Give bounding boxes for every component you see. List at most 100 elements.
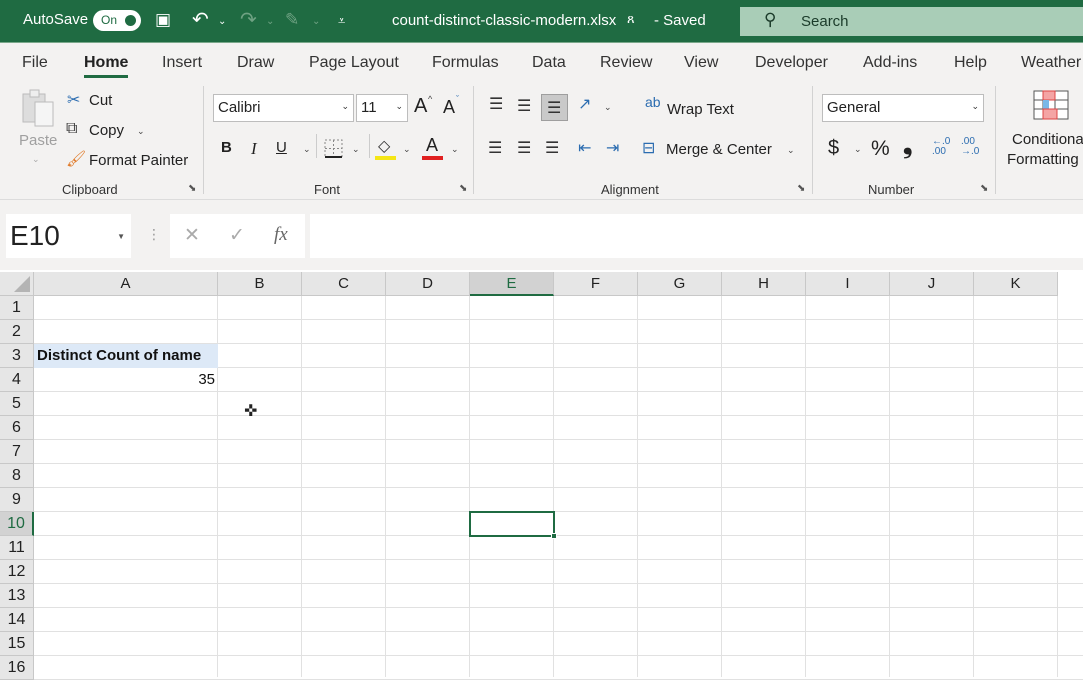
redo-icon[interactable]: ↷ [240, 7, 257, 32]
alignment-launcher-icon[interactable]: ⬊ [797, 183, 805, 194]
tab-file[interactable]: File [22, 54, 48, 72]
tab-weather[interactable]: Weather [1021, 54, 1081, 72]
decrease-indent-icon[interactable]: ⇤ [578, 138, 591, 158]
column-header-f[interactable]: F [554, 272, 638, 296]
copy-button[interactable]: Copy [89, 122, 124, 139]
row-header-6[interactable]: 6 [0, 416, 34, 440]
cell-a4[interactable]: 35 [34, 368, 218, 392]
tab-draw[interactable]: Draw [237, 54, 274, 72]
increase-indent-icon[interactable]: ⇥ [606, 138, 619, 158]
column-header-h[interactable]: H [722, 272, 806, 296]
middle-align-icon[interactable]: ☰ [517, 96, 531, 116]
column-header-e[interactable]: E [470, 272, 554, 296]
merge-center-button[interactable]: Merge & Center [666, 141, 772, 158]
column-header-k[interactable]: K [974, 272, 1058, 296]
increase-decimal-button[interactable]: ←.0 .00 [932, 137, 956, 157]
italic-button[interactable]: I [251, 139, 257, 159]
person-icon[interactable]: ጸ [627, 11, 635, 27]
column-header-g[interactable]: G [638, 272, 722, 296]
fill-handle[interactable] [551, 533, 557, 539]
tab-review[interactable]: Review [600, 54, 652, 72]
tab-help[interactable]: Help [954, 54, 987, 72]
name-box-dropdown-icon[interactable]: ▼ [117, 232, 125, 241]
font-size-combo[interactable]: 11 ⌄ [356, 94, 408, 122]
fill-color-icon[interactable]: ◇ [378, 136, 390, 156]
enter-icon[interactable]: ✓ [229, 224, 245, 247]
row-header-16[interactable]: 16 [0, 656, 34, 680]
insert-function-icon[interactable]: fx [274, 224, 288, 246]
autosave-toggle[interactable]: On [93, 10, 141, 31]
tab-home[interactable]: Home [84, 54, 129, 78]
tab-formulas[interactable]: Formulas [432, 54, 499, 72]
row-header-9[interactable]: 9 [0, 488, 34, 512]
number-format-combo[interactable]: General ⌄ [822, 94, 984, 122]
font-name-combo[interactable]: Calibri ⌄ [213, 94, 354, 122]
align-left-icon[interactable]: ☰ [488, 138, 502, 158]
tab-page-layout[interactable]: Page Layout [309, 54, 399, 72]
column-header-j[interactable]: J [890, 272, 974, 296]
number-launcher-icon[interactable]: ⬊ [980, 183, 988, 194]
tab-view[interactable]: View [684, 54, 718, 72]
fill-color-dropdown-icon[interactable]: ⌄ [403, 144, 411, 155]
font-launcher-icon[interactable]: ⬊ [459, 183, 467, 194]
orientation-icon[interactable]: ↗ [578, 94, 591, 114]
shrink-font-button[interactable]: A [443, 97, 455, 118]
align-center-icon[interactable]: ☰ [517, 138, 531, 158]
copy-dropdown-icon[interactable]: ⌄ [137, 126, 145, 137]
wrap-text-button[interactable]: Wrap Text [667, 101, 734, 118]
borders-dropdown-icon[interactable]: ⌄ [352, 144, 360, 155]
row-header-3[interactable]: 3 [0, 344, 34, 368]
font-color-button[interactable]: A [426, 135, 438, 156]
search-box[interactable]: ⚲ Search [740, 7, 1083, 36]
row-header-5[interactable]: 5 [0, 392, 34, 416]
font-color-dropdown-icon[interactable]: ⌄ [451, 144, 459, 155]
grow-font-button[interactable]: A [414, 95, 427, 118]
merge-dropdown-icon[interactable]: ⌄ [787, 145, 795, 156]
row-header-15[interactable]: 15 [0, 632, 34, 656]
cut-button[interactable]: Cut [89, 92, 112, 109]
bold-button[interactable]: B [221, 139, 232, 156]
column-header-i[interactable]: I [806, 272, 890, 296]
row-header-8[interactable]: 8 [0, 464, 34, 488]
formula-bar-grip-icon[interactable]: ⋮ [147, 226, 161, 243]
percent-button[interactable]: % [871, 137, 890, 161]
borders-icon[interactable] [324, 139, 344, 159]
row-header-4[interactable]: 4 [0, 368, 34, 392]
touch-mode-icon[interactable]: ✎ [285, 10, 299, 30]
tab-developer[interactable]: Developer [755, 54, 828, 72]
comma-button[interactable]: ❟ [903, 132, 912, 160]
undo-dropdown-icon[interactable]: ⌄ [218, 16, 226, 27]
row-header-2[interactable]: 2 [0, 320, 34, 344]
undo-icon[interactable]: ↶ [192, 7, 209, 32]
cancel-icon[interactable]: ✕ [184, 224, 200, 247]
redo-dropdown-icon[interactable]: ⌄ [266, 16, 274, 27]
name-box[interactable]: E10 ▼ [6, 214, 131, 258]
tab-add-ins[interactable]: Add-ins [863, 54, 917, 72]
column-header-a[interactable]: A [34, 272, 218, 296]
customize-qat-icon[interactable]: ⩡ [338, 13, 345, 29]
tab-data[interactable]: Data [532, 54, 566, 72]
underline-dropdown-icon[interactable]: ⌄ [303, 144, 311, 155]
row-header-14[interactable]: 14 [0, 608, 34, 632]
row-header-1[interactable]: 1 [0, 296, 34, 320]
clipboard-launcher-icon[interactable]: ⬊ [188, 183, 196, 194]
save-icon[interactable]: ▣ [155, 10, 171, 30]
underline-button[interactable]: U [276, 139, 287, 156]
formula-input[interactable] [310, 214, 1083, 258]
orientation-dropdown-icon[interactable]: ⌄ [604, 102, 612, 113]
row-header-12[interactable]: 12 [0, 560, 34, 584]
decrease-decimal-button[interactable]: .00 →.0 [961, 137, 985, 157]
column-header-c[interactable]: C [302, 272, 386, 296]
row-header-10[interactable]: 10 [0, 512, 34, 536]
cell-a3[interactable]: Distinct Count of name [34, 344, 218, 368]
row-header-13[interactable]: 13 [0, 584, 34, 608]
align-right-icon[interactable]: ☰ [545, 138, 559, 158]
row-header-7[interactable]: 7 [0, 440, 34, 464]
touch-dropdown-icon[interactable]: ⌄ [312, 16, 320, 27]
tab-insert[interactable]: Insert [162, 54, 202, 72]
bottom-align-button[interactable]: ☰ [541, 94, 568, 121]
column-header-b[interactable]: B [218, 272, 302, 296]
top-align-icon[interactable]: ☰ [489, 94, 503, 114]
select-all-button[interactable] [0, 272, 34, 296]
format-painter-button[interactable]: Format Painter [89, 152, 188, 169]
